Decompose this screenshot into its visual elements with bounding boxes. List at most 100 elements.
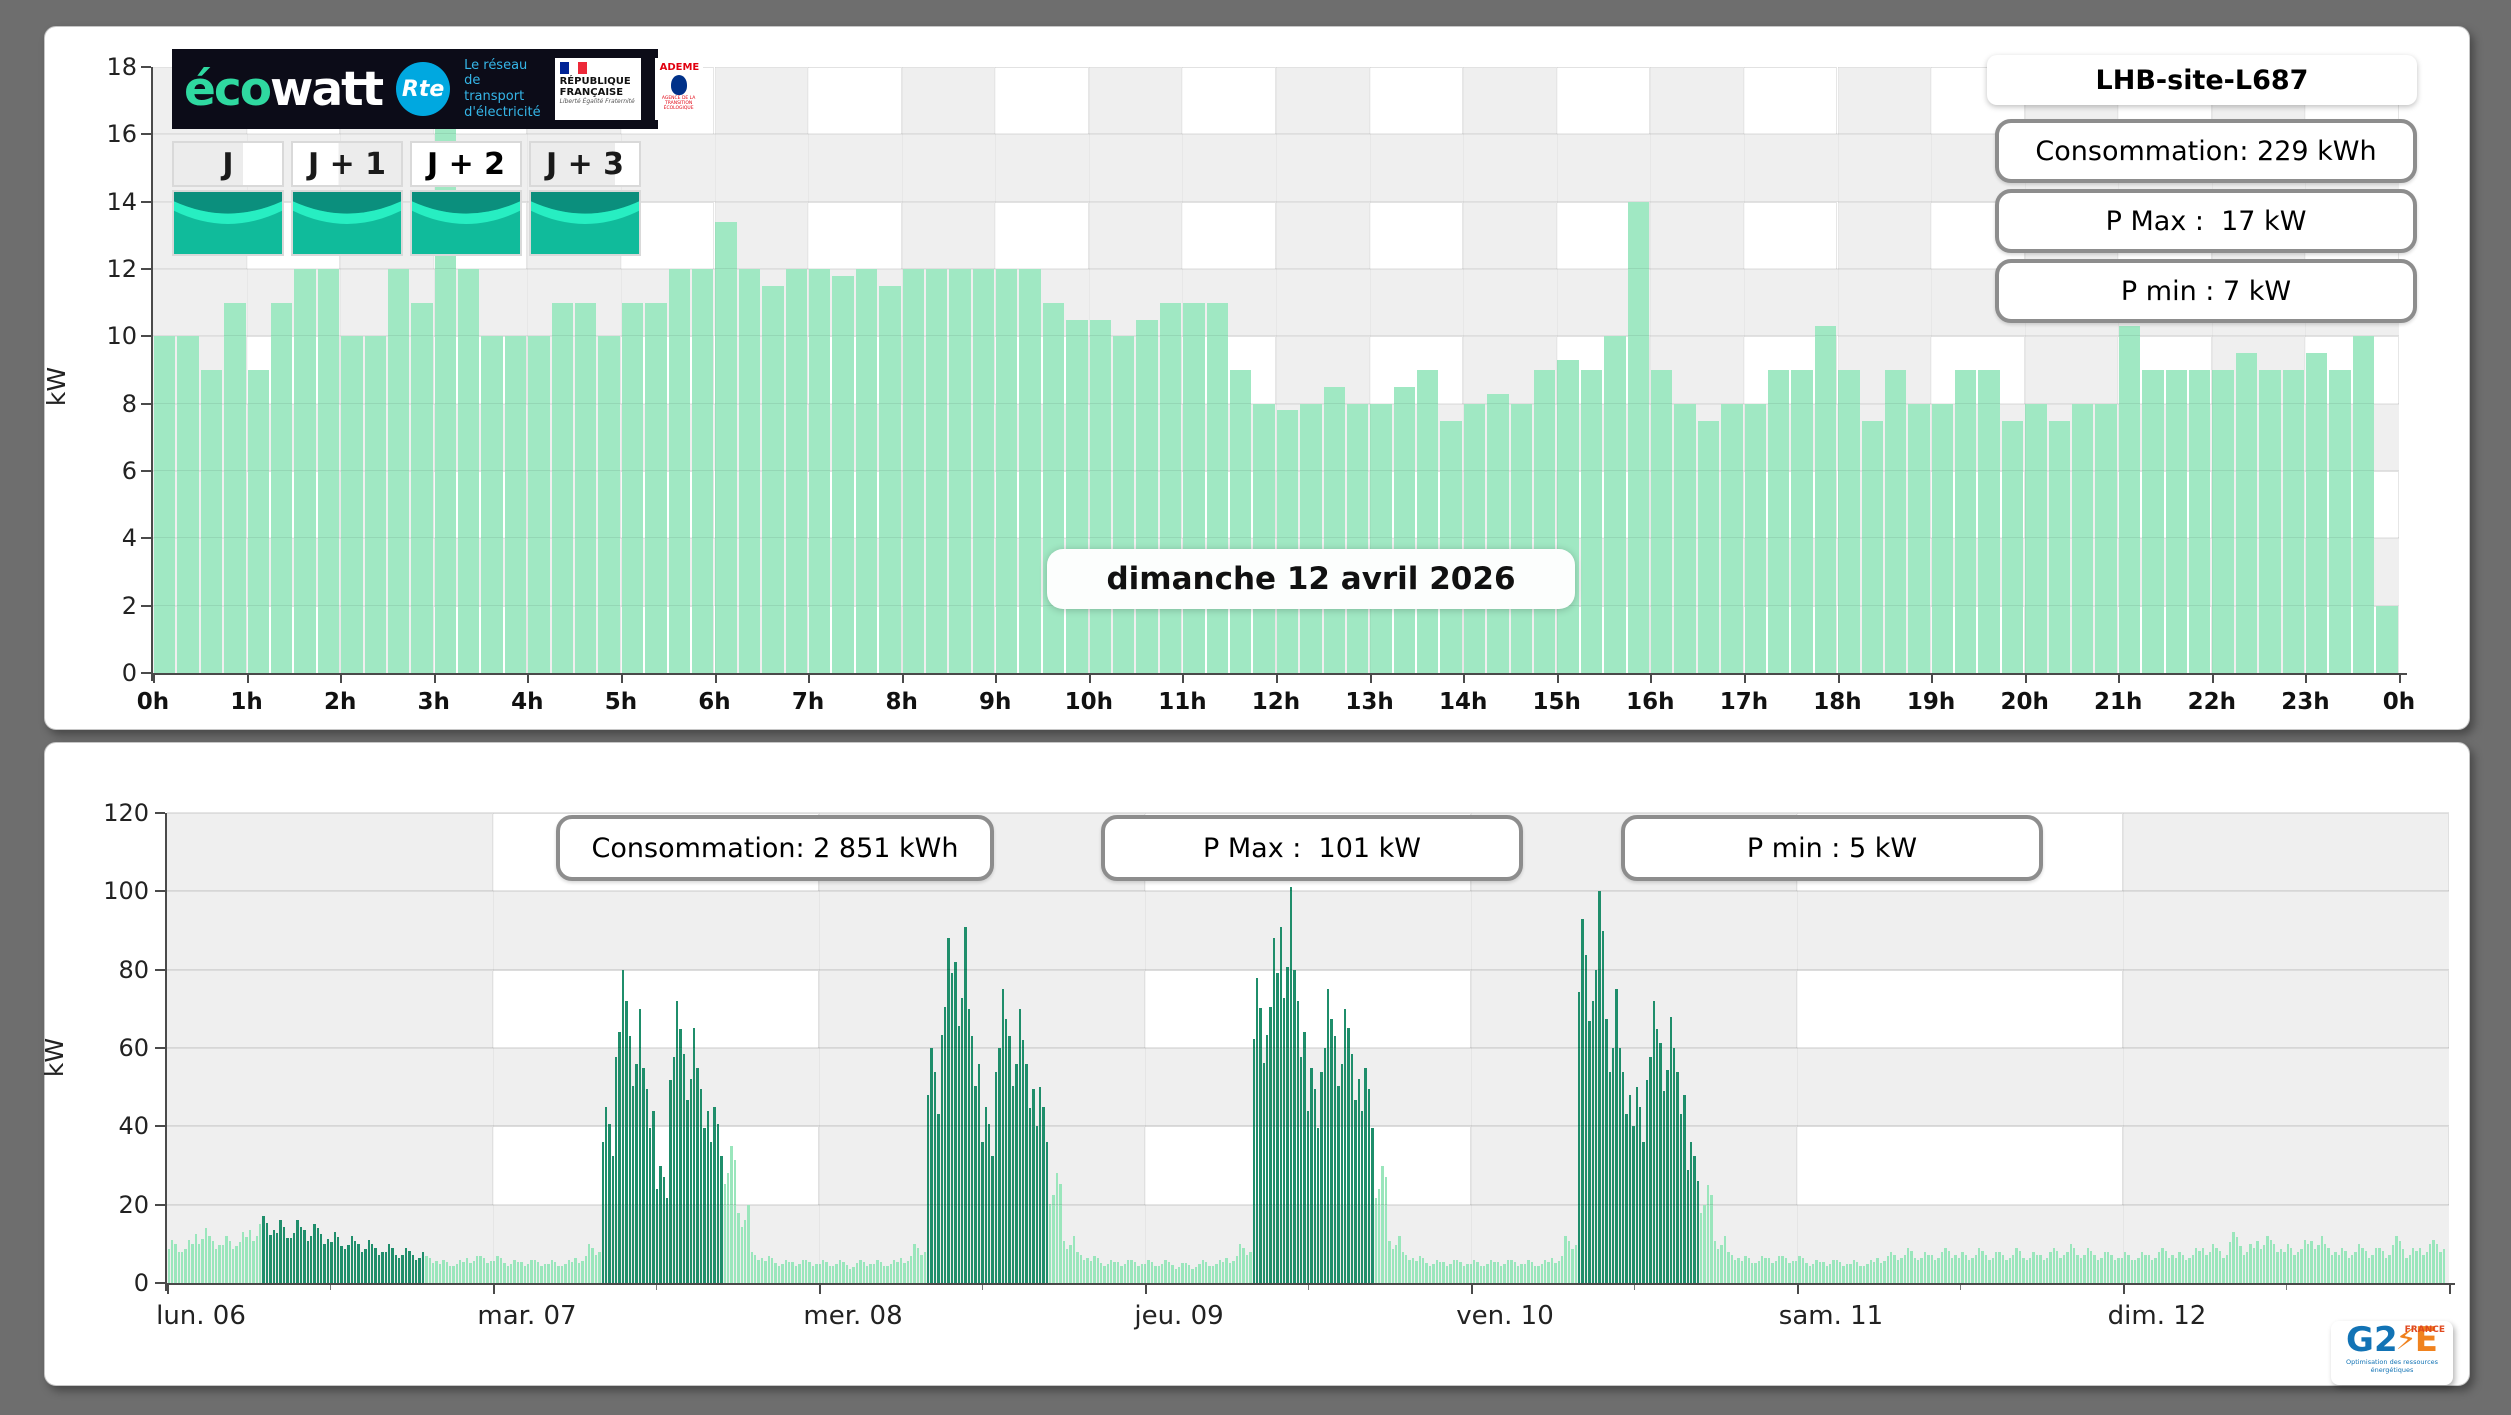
- bar: [1995, 1251, 1998, 1283]
- x-tick: [1797, 1285, 1799, 1294]
- y-tick-label: 10: [106, 322, 137, 351]
- bar: [259, 1224, 262, 1283]
- bar: [2035, 1254, 2039, 1283]
- x-tick: [1556, 675, 1559, 683]
- bar: [2429, 1243, 2432, 1283]
- bar: [913, 1243, 916, 1283]
- bar: [1374, 1198, 1377, 1283]
- y-axis-line: [165, 813, 167, 1291]
- v-gridline: [1471, 813, 1472, 1283]
- bar: [787, 1261, 791, 1283]
- bar: [1472, 1259, 1476, 1283]
- bar: [286, 1237, 289, 1283]
- bar: [2201, 1247, 2205, 1283]
- bar: [845, 1265, 849, 1283]
- bar: [1347, 1028, 1350, 1283]
- bar: [1920, 1257, 1923, 1283]
- bar: [341, 336, 363, 673]
- v-gridline: [1838, 67, 1839, 673]
- bar: [672, 1057, 676, 1283]
- bar: [2164, 1251, 2167, 1283]
- bar: [1872, 1261, 1876, 1283]
- bar: [1954, 1254, 1957, 1283]
- bar: [1181, 1263, 1184, 1283]
- bar: [2062, 1254, 2066, 1283]
- bar: [2028, 1257, 2032, 1283]
- bar: [1669, 1016, 1672, 1283]
- day-button-j[interactable]: J: [172, 141, 284, 187]
- bar: [1093, 1255, 1096, 1283]
- bar: [221, 1245, 225, 1283]
- bar: [784, 1259, 787, 1283]
- bar: [211, 1240, 214, 1283]
- bar: [415, 1260, 418, 1283]
- bar: [306, 1240, 309, 1283]
- bar: [2354, 1251, 2357, 1283]
- bar: [2310, 1240, 2313, 1283]
- bar: [2103, 1251, 2106, 1283]
- bar: [642, 1067, 645, 1283]
- bar: [1652, 1001, 1655, 1283]
- bar: [2435, 1244, 2439, 1283]
- y-tick: [141, 470, 151, 472]
- bar: [896, 1261, 899, 1283]
- bar: [1645, 1079, 1649, 1283]
- y-tick: [155, 968, 165, 971]
- bar: [1961, 1251, 1964, 1283]
- bar: [167, 1248, 170, 1283]
- bar: [2123, 1251, 2127, 1283]
- bar: [1201, 1259, 1205, 1283]
- x-minor-tick: [1960, 1285, 1961, 1290]
- bar: [1103, 1266, 1106, 1283]
- bar: [2317, 1245, 2320, 1283]
- x-tick: [1837, 675, 1840, 683]
- x-tick: [2211, 675, 2214, 683]
- bar: [738, 269, 761, 673]
- day-button-j3[interactable]: J + 3: [529, 141, 641, 187]
- bar: [594, 1254, 598, 1283]
- bar: [1818, 1261, 1822, 1283]
- bar: [1422, 1258, 1425, 1283]
- rte-logo: Rte: [396, 62, 451, 116]
- bar: [581, 1261, 584, 1283]
- bar: [1276, 972, 1279, 1283]
- x-minor-tick: [982, 1285, 983, 1290]
- y-tick-label: 0: [133, 1269, 149, 1297]
- bar: [2181, 1254, 2184, 1283]
- bar: [2165, 370, 2187, 673]
- bar: [2229, 1242, 2232, 1283]
- bar: [2140, 1251, 2144, 1283]
- day-button-j2[interactable]: J + 2: [410, 141, 522, 187]
- bar: [1479, 1266, 1483, 1283]
- bar: [1123, 1264, 1127, 1283]
- bar: [1174, 1268, 1177, 1283]
- bar: [2191, 1254, 2195, 1283]
- bar: [2282, 370, 2304, 673]
- bar: [384, 1251, 387, 1283]
- day-button-j1[interactable]: J + 1: [291, 141, 403, 187]
- bar: [1615, 989, 1618, 1283]
- bar: [279, 1220, 282, 1283]
- bar: [2073, 1247, 2076, 1283]
- bar: [852, 1267, 855, 1283]
- bar: [1066, 1249, 1069, 1283]
- bar: [764, 1261, 767, 1283]
- bar: [2293, 1254, 2296, 1283]
- x-tick: [340, 675, 343, 683]
- bar: [391, 1247, 394, 1283]
- bar: [2422, 1254, 2425, 1283]
- bar: [689, 1079, 693, 1283]
- week-consumption-badge: Consommation: 2 851 kWh: [556, 815, 994, 881]
- bar: [506, 1266, 509, 1283]
- bar: [872, 1264, 876, 1283]
- bar: [560, 1266, 564, 1283]
- bar: [1676, 1071, 1679, 1283]
- bar: [1394, 1245, 1398, 1283]
- bar: [2076, 1254, 2079, 1283]
- bar: [1438, 1261, 1442, 1283]
- bar: [1713, 1240, 1717, 1283]
- y-tick-label: 40: [118, 1112, 149, 1141]
- bar: [387, 1243, 391, 1283]
- bar: [2015, 1247, 2018, 1283]
- x-tick-label: 11h: [1158, 689, 1207, 715]
